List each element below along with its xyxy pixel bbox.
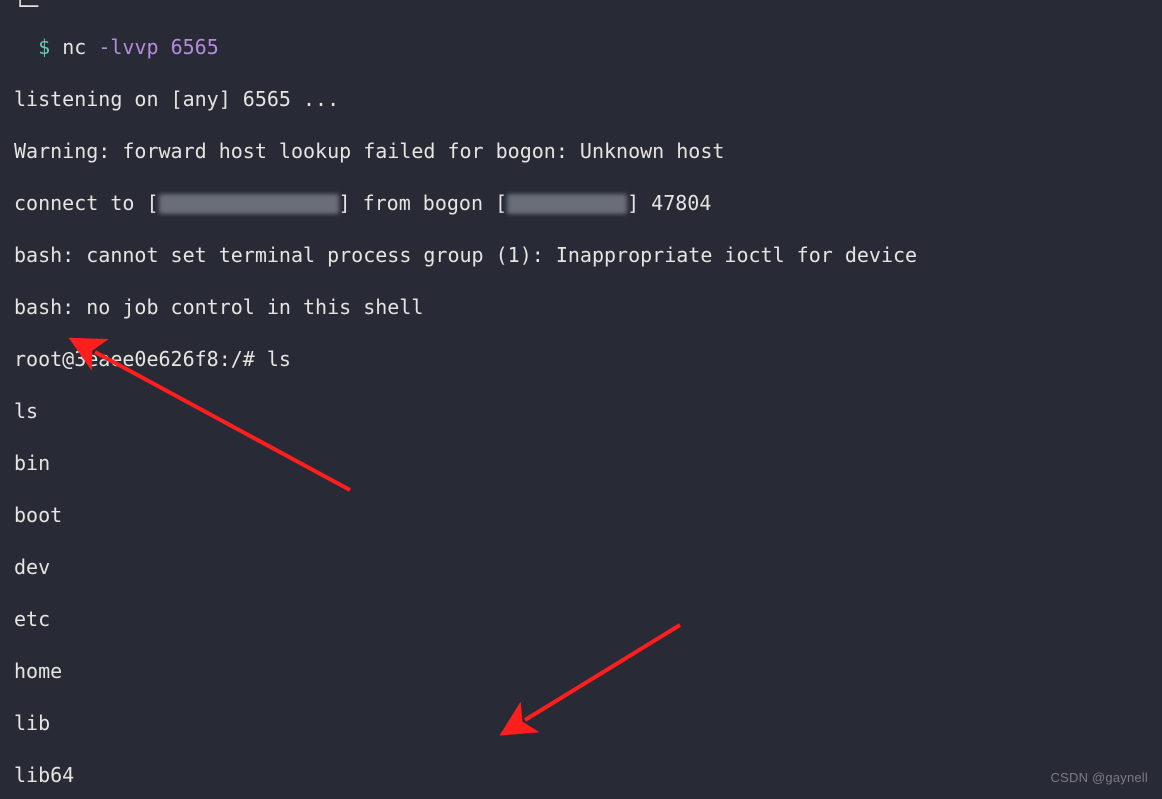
bracket-r1: ]	[339, 191, 351, 215]
prompt-symbol: $	[38, 35, 50, 59]
ls-item: lib	[14, 710, 1148, 736]
ls-item: etc	[14, 606, 1148, 632]
connect-post: 47804	[639, 191, 711, 215]
redacted-ip-2	[507, 194, 627, 214]
cmd-nc-port: 6565	[171, 35, 219, 59]
ls-item: home	[14, 658, 1148, 684]
bracket-l1: [	[146, 191, 158, 215]
cmd-nc-args: -lvvp	[98, 35, 158, 59]
terminal-output[interactable]: $ nc -lvvp 6565 listening on [any] 6565 …	[0, 0, 1162, 799]
ls-echo: ls	[14, 398, 1148, 424]
ls-item: bin	[14, 450, 1148, 476]
prompt-corner: └─	[14, 0, 38, 12]
ls-item: dev	[14, 554, 1148, 580]
warning-line: Warning: forward host lookup failed for …	[14, 138, 1148, 164]
bash-error-1: bash: cannot set terminal process group …	[14, 242, 1148, 268]
shell-line-ls: root@3eaee0e626f8:/# ls	[14, 346, 1148, 372]
bash-error-2: bash: no job control in this shell	[14, 294, 1148, 320]
cmd-nc: nc	[62, 35, 86, 59]
connect-line: connect to [] from bogon [] 47804	[14, 190, 1148, 216]
watermark: CSDN @gaynell	[1051, 765, 1148, 791]
bracket-r2: ]	[627, 191, 639, 215]
ls-item: boot	[14, 502, 1148, 528]
ls-item: lib64	[14, 762, 1148, 788]
bracket-l2: [	[495, 191, 507, 215]
listening-line: listening on [any] 6565 ...	[14, 86, 1148, 112]
shell-prompt: root@3eaee0e626f8:/#	[14, 347, 267, 371]
connect-pre: connect to	[14, 191, 146, 215]
cmd-ls: ls	[267, 347, 291, 371]
connect-mid: from bogon	[351, 191, 496, 215]
redacted-ip-1	[159, 194, 339, 214]
command-line-nc: $ nc -lvvp 6565	[14, 34, 1148, 60]
